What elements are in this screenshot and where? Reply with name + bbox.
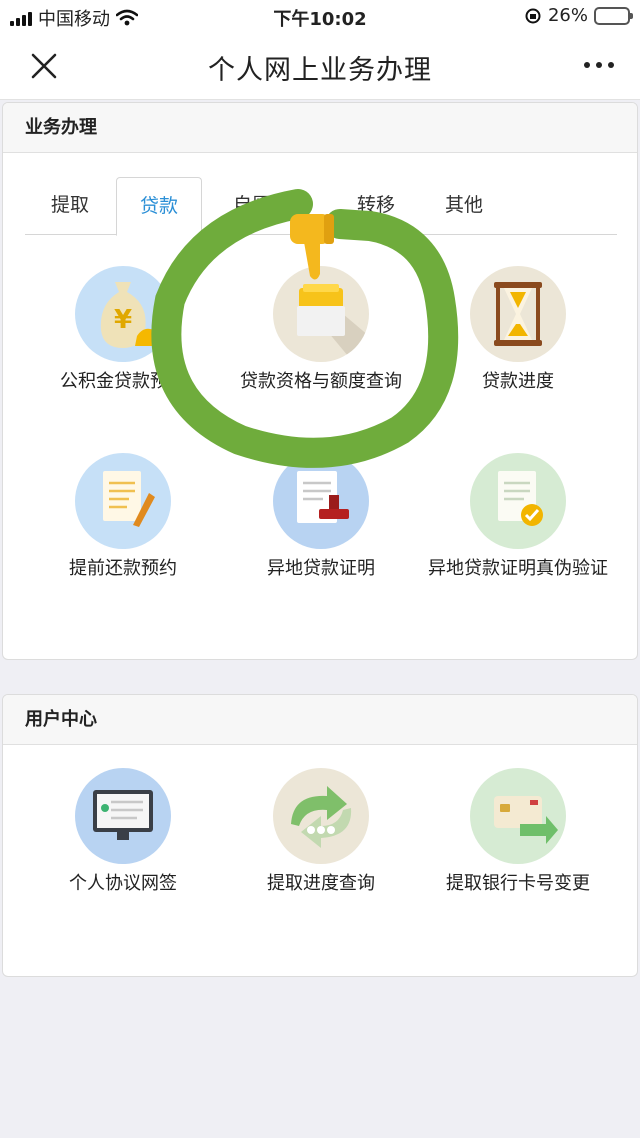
status-bar: 中国移动 下午10:02 26% <box>0 0 640 32</box>
battery-icon <box>594 6 633 25</box>
progress-arrows-icon <box>273 768 369 864</box>
bank-card-change-label: 提取银行卡号变更 <box>446 873 590 894</box>
document-pen-icon <box>75 453 171 549</box>
business-card: 业务办理 提取 贷款 自愿缴存 转移 其他 ¥ 公积金贷款预审 贷款资格与额度查… <box>2 102 638 660</box>
money-bag-icon: ¥ <box>75 266 171 362</box>
tab-transfer[interactable]: 转移 <box>343 177 409 235</box>
offsite-loan-certificate-item[interactable]: 异地贷款证明 <box>223 453 419 579</box>
orientation-lock-icon <box>525 8 541 23</box>
agreement-signing-label: 个人协议网签 <box>69 873 177 894</box>
svg-text:¥: ¥ <box>114 305 132 335</box>
offsite-loan-certificate-label: 异地贷款证明 <box>267 558 375 579</box>
page-title: 个人网上业务办理 <box>208 55 432 86</box>
loan-qualification-label: 贷款资格与额度查询 <box>240 371 402 392</box>
more-icon[interactable] <box>584 62 614 68</box>
gold-box-icon <box>273 266 369 362</box>
business-header: 业务办理 <box>3 103 637 153</box>
loan-progress-item[interactable]: 贷款进度 <box>420 266 616 392</box>
hourglass-icon <box>470 266 566 362</box>
withdraw-progress-item[interactable]: 提取进度查询 <box>223 768 419 894</box>
loan-pre-review-label: 公积金贷款预审 <box>60 371 186 392</box>
bank-card-change-item[interactable]: 提取银行卡号变更 <box>420 768 616 894</box>
tab-voluntary-deposit[interactable]: 自愿缴存 <box>215 177 327 235</box>
certificate-verification-item[interactable]: 异地贷款证明真伪验证 <box>420 453 616 579</box>
certificate-verification-label: 异地贷款证明真伪验证 <box>428 558 608 579</box>
status-right: 26% <box>524 5 633 26</box>
document-stamp-icon <box>273 453 369 549</box>
monitor-contract-icon <box>75 768 171 864</box>
document-check-icon <box>470 453 566 549</box>
loan-pre-review-item[interactable]: ¥ 公积金贷款预审 <box>25 266 221 392</box>
agreement-signing-item[interactable]: 个人协议网签 <box>25 768 221 894</box>
prepayment-appointment-item[interactable]: 提前还款预约 <box>25 453 221 579</box>
user-center-card: 用户中心 个人协议网签 提取进度查询 提取银行卡号变更 <box>2 694 638 977</box>
user-center-header: 用户中心 <box>3 695 637 745</box>
prepayment-appointment-label: 提前还款预约 <box>69 558 177 579</box>
bank-card-icon <box>470 768 566 864</box>
loan-progress-label: 贷款进度 <box>482 371 554 392</box>
business-tabs: 提取 贷款 自愿缴存 转移 其他 <box>25 177 617 236</box>
tab-other[interactable]: 其他 <box>429 177 499 235</box>
nav-bar: 个人网上业务办理 <box>0 32 640 100</box>
withdraw-progress-label: 提取进度查询 <box>267 873 375 894</box>
battery-percent: 26% <box>547 5 588 26</box>
loan-qualification-item[interactable]: 贷款资格与额度查询 <box>223 266 419 392</box>
tab-withdraw[interactable]: 提取 <box>25 177 115 235</box>
tab-loan[interactable]: 贷款 <box>116 177 202 236</box>
